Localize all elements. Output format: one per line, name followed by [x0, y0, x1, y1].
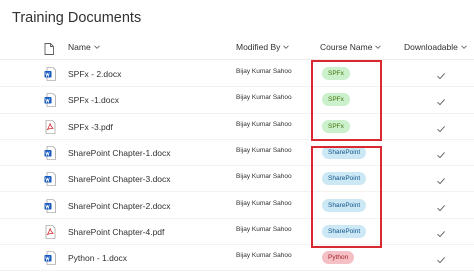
file-name-link[interactable]: SharePoint Chapter-2.docx: [68, 201, 171, 211]
chevron-down-icon: [375, 44, 382, 50]
word-file-icon: [44, 172, 56, 186]
file-name-link[interactable]: SPFx -3.pdf: [68, 122, 113, 132]
list-header: Name Modified By Course Name Downloadabl…: [0, 38, 474, 60]
checkmark-icon: [436, 200, 446, 211]
table-row[interactable]: SharePoint Chapter-2.docx Bijay Kumar Sah…: [0, 193, 474, 219]
word-file-icon: [44, 251, 56, 265]
checkmark-icon: [436, 94, 446, 106]
chevron-down-icon: [283, 44, 290, 50]
checkmark-icon: [436, 121, 446, 132]
modified-by[interactable]: Bijay Kumar Sahoo: [236, 147, 292, 154]
table-row[interactable]: SPFx -1.docx Bijay Kumar Sahoo SPFx: [0, 87, 474, 114]
page-title: Training Documents: [12, 10, 142, 26]
file-name-link[interactable]: SharePoint Chapter-3.docx: [68, 174, 171, 184]
checkmark-icon: [436, 68, 446, 80]
pdf-file-icon: [44, 119, 56, 134]
checkmark-icon: [436, 226, 446, 238]
chevron-down-icon: [93, 44, 100, 50]
column-header-downloadable[interactable]: Downloadable: [404, 42, 467, 52]
file-name-link[interactable]: Python - 1.docx: [68, 253, 127, 263]
highlight-box-spfx: [311, 60, 382, 141]
checkmark-icon: [436, 173, 446, 185]
column-header-name[interactable]: Name: [68, 42, 100, 52]
table-row[interactable]: SPFx -3.pdf Bijay Kumar Sahoo SPFx: [0, 114, 474, 140]
course-tag[interactable]: Python: [322, 251, 355, 265]
word-file-icon: [44, 146, 56, 160]
chevron-down-icon: [461, 44, 467, 50]
checkmark-icon: [436, 147, 446, 159]
word-file-icon: [44, 67, 56, 81]
table-row[interactable]: SharePoint Chapter-4.pdf Bijay Kumar Saho…: [0, 219, 474, 246]
modified-by[interactable]: Bijay Kumar Sahoo: [236, 121, 292, 128]
table-row[interactable]: SharePoint Chapter-1.docx Bijay Kumar Sah…: [0, 140, 474, 167]
file-name-link[interactable]: SharePoint Chapter-4.pdf: [68, 227, 164, 237]
table-row[interactable]: SPFx - 2.docx Bijay Kumar Sahoo SPFx: [0, 61, 474, 88]
checkmark-icon: [436, 252, 446, 264]
modified-by[interactable]: Bijay Kumar Sahoo: [236, 200, 292, 207]
modified-by[interactable]: Bijay Kumar Sahoo: [236, 226, 292, 233]
column-header-modified-by[interactable]: Modified By: [236, 42, 290, 52]
word-file-icon: [44, 93, 56, 108]
file-name-link[interactable]: SPFx -1.docx: [68, 95, 119, 105]
modified-by[interactable]: Bijay Kumar Sahoo: [236, 173, 292, 180]
modified-by[interactable]: Bijay Kumar Sahoo: [236, 68, 292, 75]
word-file-icon: [44, 198, 56, 213]
modified-by[interactable]: Bijay Kumar Sahoo: [236, 252, 292, 259]
modified-by[interactable]: Bijay Kumar Sahoo: [236, 94, 292, 101]
column-header-course-name[interactable]: Course Name: [320, 42, 382, 52]
file-name-link[interactable]: SPFx - 2.docx: [68, 69, 121, 79]
highlight-box-sharepoint: [311, 146, 382, 248]
table-row[interactable]: SharePoint Chapter-3.docx Bijay Kumar Sah…: [0, 166, 474, 193]
pdf-file-icon: [44, 224, 56, 239]
file-name-link[interactable]: SharePoint Chapter-1.docx: [68, 148, 171, 158]
table-row[interactable]: Python - 1.docx Bijay Kumar Sahoo Python: [0, 245, 474, 272]
